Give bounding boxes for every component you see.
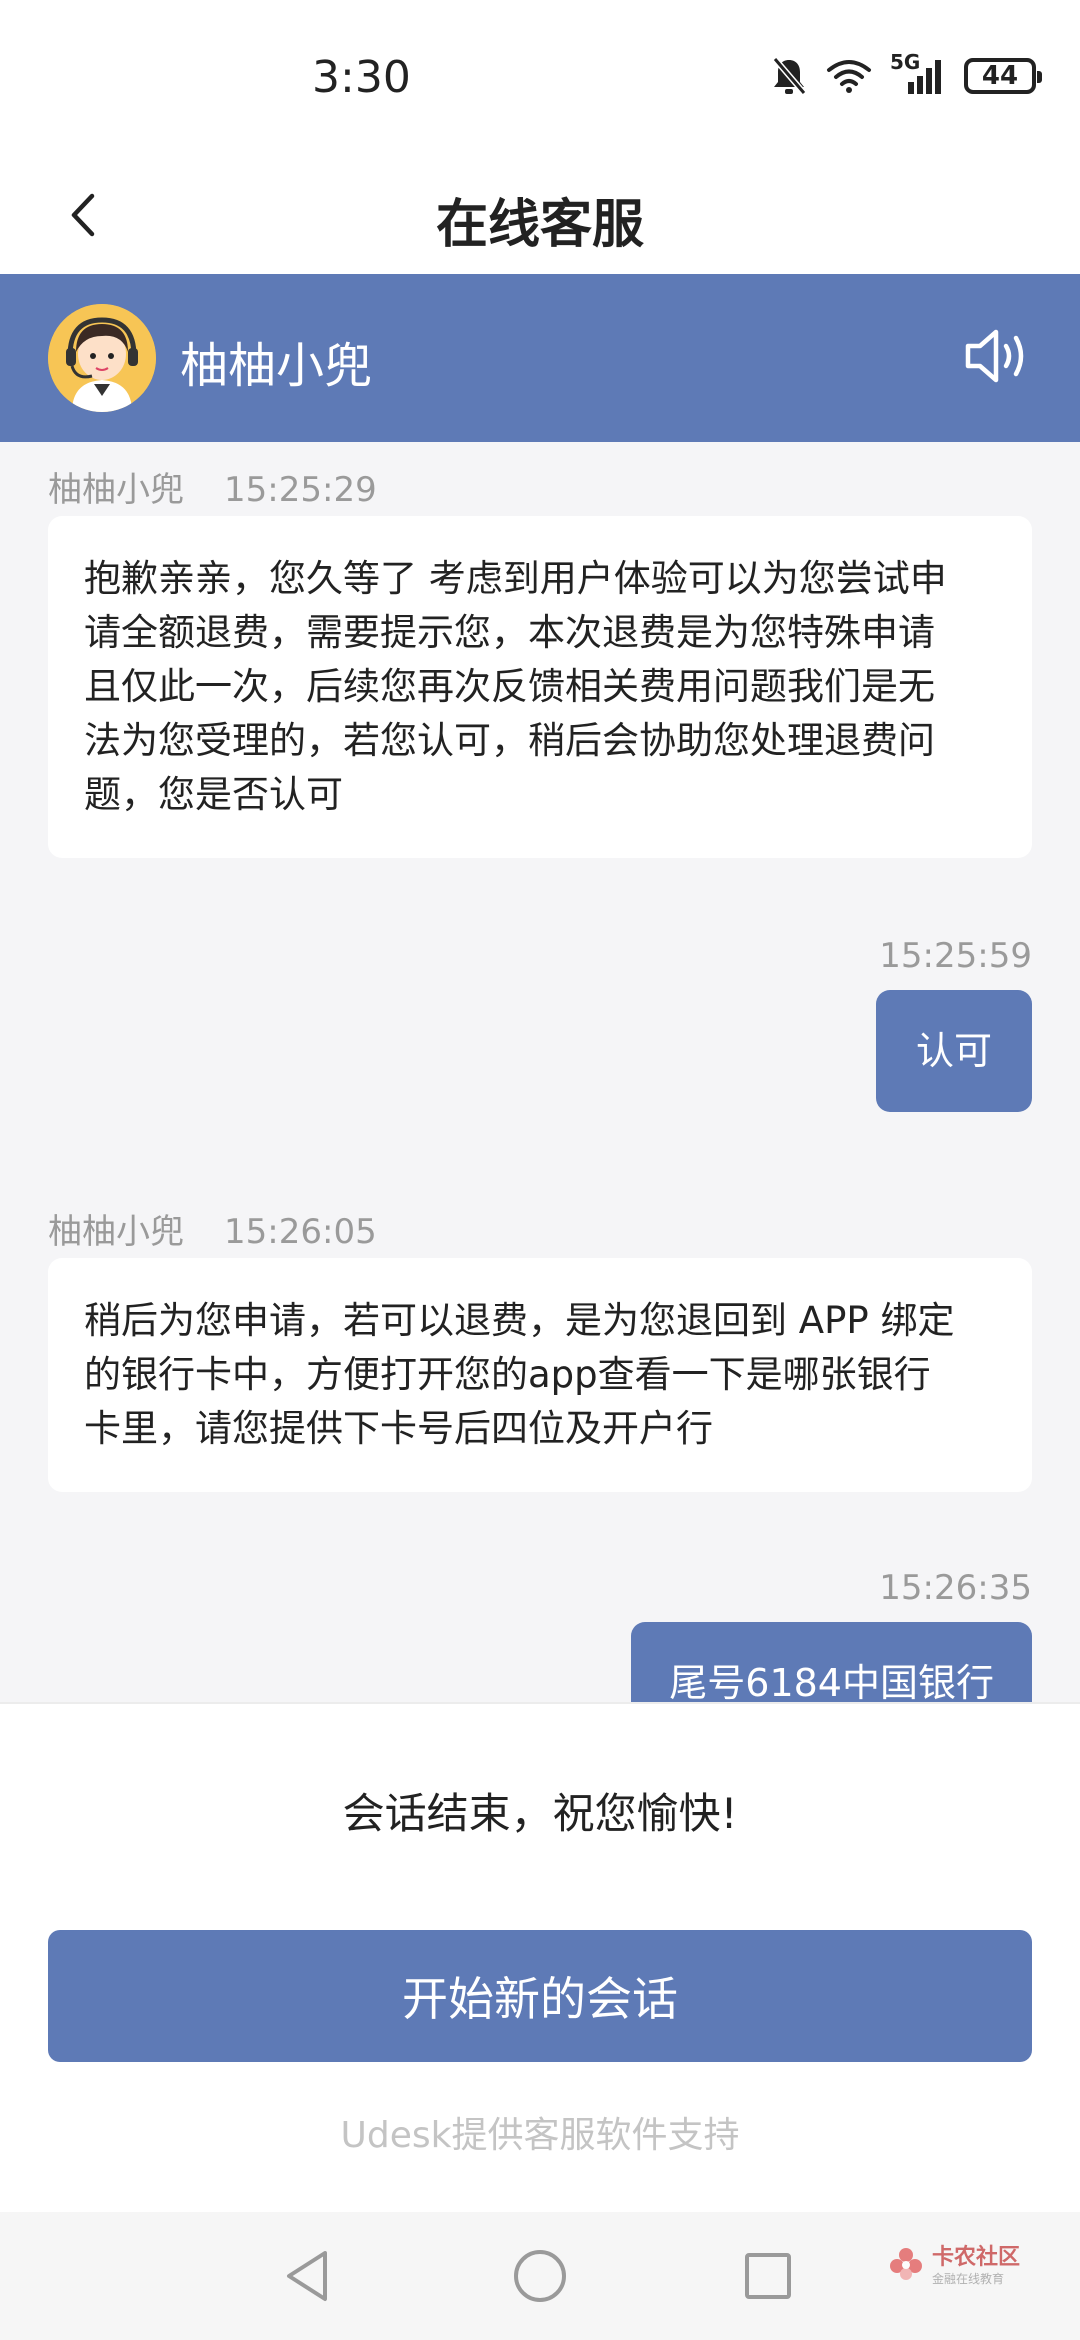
battery-icon: 44 [964,58,1042,94]
session-end-text: 会话结束，祝您愉快! [342,1789,738,1838]
message-meta: 柚柚小兜 15:25:29 [48,462,377,511]
home-circle-icon [512,2248,568,2308]
message-time: 15:26:35 [879,1568,1032,1608]
outgoing-message: 认可 [876,990,1032,1112]
status-time: 3:30 [312,52,411,103]
agent-avatar [48,304,156,412]
incoming-message: 稍后为您申请，若可以退费，是为您退回到 APP 绑定 的银行卡中，方便打开您的a… [48,1258,1032,1492]
message-line: 请全额退费，需要提示您，本次退费是为您特殊申请 [84,611,935,654]
message-line: 稍后为您申请，若可以退费，是为您退回到 APP 绑定 [84,1299,955,1342]
sender-name: 柚柚小兜 [48,1212,184,1252]
message-meta: 柚柚小兜 15:26:05 [48,1204,377,1253]
speaker-icon [962,326,1034,390]
watermark-subtitle: 金融在线教育 [931,2272,1004,2286]
message-time: 15:25:29 [224,470,377,510]
chat-area[interactable]: 柚柚小兜 15:25:29 抱歉亲亲，您久等了 考虑到用户体验可以为您尝试申 请全… [0,442,1080,1702]
battery-level: 44 [981,61,1019,91]
message-line: 且仅此一次，后续您再次反馈相关费用问题我们是无 [84,665,935,708]
message-time: 15:26:05 [224,1212,377,1252]
incoming-message: 抱歉亲亲，您久等了 考虑到用户体验可以为您尝试申 请全额退费，需要提示您，本次退… [48,516,1032,858]
watermark-logo: 卡农社区 金融在线教育 [888,2246,1020,2286]
watermark-text: 卡农社区 金融在线教育 [931,2245,1020,2286]
nav-recents-button[interactable] [738,2248,798,2308]
message-line: 抱歉亲亲，您久等了 考虑到用户体验可以为您尝试申 [84,557,947,600]
mute-bell-icon [770,56,808,96]
recents-square-icon [742,2250,794,2306]
title-bar: 在线客服 [0,160,1080,274]
wifi-icon [826,58,872,94]
nav-home-button[interactable] [510,2248,570,2308]
message-line: 卡里，请您提供下卡号后四位及开户行 [84,1407,713,1450]
new-chat-button[interactable]: 开始新的会话 [48,1930,1032,2062]
outgoing-message: 尾号6184中国银行 [631,1622,1032,1702]
message-time: 15:25:59 [879,936,1032,976]
system-nav-bar: 卡农社区 金融在线教育 [0,2212,1080,2340]
flower-logo-icon [888,2246,924,2286]
status-icons: 5G 44 [770,50,1042,96]
message-line: 题，您是否认可 [84,773,343,816]
status-bar: 3:30 5G 44 [0,0,1080,160]
message-line: 法为您受理的，若您认可，稍后会协助您处理退费问 [84,719,935,762]
message-line: 的银行卡中，方便打开您的app查看一下是哪张银行 [84,1353,931,1396]
back-triangle-icon [283,2249,333,2307]
signal-icon: 5G [890,50,946,96]
watermark-title: 卡农社区 [931,2245,1020,2270]
powered-by-text: Udesk提供客服软件支持 [340,2115,740,2156]
agent-name: 柚柚小兜 [180,338,373,394]
nav-back-button[interactable] [278,2248,338,2308]
agent-bar: 柚柚小兜 [0,274,1080,442]
sender-name: 柚柚小兜 [48,470,184,510]
session-ended-panel: 会话结束，祝您愉快! 开始新的会话 Udesk提供客服软件支持 [0,1702,1080,2212]
page-title: 在线客服 [435,195,644,255]
speaker-button[interactable] [960,320,1036,396]
